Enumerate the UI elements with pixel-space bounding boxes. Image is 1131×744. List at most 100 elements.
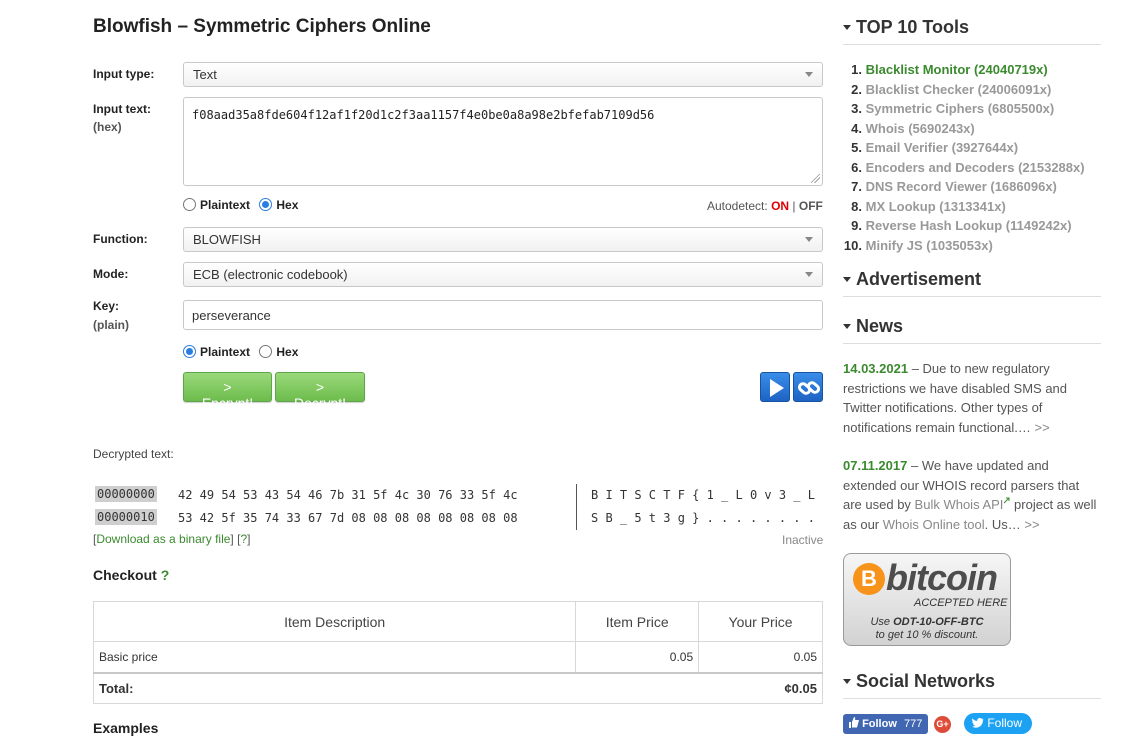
input-text-sublabel: (hex) bbox=[93, 120, 122, 134]
row-item-price: 0.05 bbox=[575, 641, 700, 673]
top-tool-link[interactable]: DNS Record Viewer (1686096x) bbox=[866, 179, 1057, 194]
top-tool-link[interactable]: Encoders and Decoders (2153288x) bbox=[866, 160, 1085, 175]
divider bbox=[843, 44, 1101, 45]
share-link-button[interactable] bbox=[793, 372, 823, 402]
news-more-link[interactable]: >> bbox=[1031, 420, 1049, 435]
top-tool-link[interactable]: Blacklist Monitor (24040719x) bbox=[866, 62, 1048, 77]
examples-title: Examples bbox=[93, 720, 159, 736]
news-date: 07.11.2017 bbox=[843, 458, 908, 473]
top-tools-title: TOP 10 Tools bbox=[856, 17, 970, 37]
top-tool-link[interactable]: MX Lookup (1313341x) bbox=[866, 199, 1006, 214]
bitcoin-coin-icon: B bbox=[853, 563, 885, 595]
top-tool-link[interactable]: Minify JS (1035053x) bbox=[866, 238, 993, 253]
top-tools-heading[interactable]: TOP 10 Tools bbox=[843, 17, 969, 38]
row-description: Basic price bbox=[92, 641, 577, 673]
twitter-follow-button[interactable]: Follow bbox=[964, 713, 1033, 734]
list-item[interactable]: 2. Blacklist Checker (24006091x) bbox=[842, 80, 1085, 100]
bulk-whois-api-link[interactable]: Bulk Whois API bbox=[915, 497, 1004, 512]
top-tool-link[interactable]: Whois (5690243x) bbox=[866, 121, 975, 136]
news-item: 07.11.2017 – We have updated and extende… bbox=[843, 456, 1101, 534]
top-tool-link[interactable]: Email Verifier (3927644x) bbox=[866, 140, 1019, 155]
input-format-radios: Plaintext Hex bbox=[183, 198, 304, 212]
bitcoin-discount: Use ODT-10-OFF-BTC to get 10 % discount. bbox=[844, 616, 1010, 642]
social-title: Social Networks bbox=[856, 671, 996, 691]
advertisement-heading[interactable]: Advertisement bbox=[843, 269, 981, 290]
input-text-value: f08aad35a8fde604f12af1f20d1c2f3aa1157f4e… bbox=[192, 108, 655, 122]
input-hex-radio[interactable] bbox=[259, 198, 273, 211]
decrypt-button[interactable]: > Decrypt! bbox=[275, 372, 365, 411]
autodetect-control: Autodetect: ON | OFF bbox=[707, 199, 823, 213]
encrypt-button[interactable]: > Encrypt! bbox=[183, 372, 272, 411]
autodetect-off[interactable]: OFF bbox=[799, 199, 823, 213]
mode-label: Mode: bbox=[93, 267, 129, 281]
checkout-help-link[interactable]: ? bbox=[161, 567, 170, 583]
key-format-radios: Plaintext Hex bbox=[183, 345, 304, 359]
collapse-triangle-icon bbox=[843, 679, 851, 684]
page-title: Blowfish – Symmetric Ciphers Online bbox=[93, 16, 431, 37]
list-item[interactable]: 7. DNS Record Viewer (1686096x) bbox=[842, 177, 1085, 197]
hexdump-offset: 00000010 bbox=[95, 509, 157, 525]
function-select[interactable]: BLOWFISH bbox=[183, 227, 823, 252]
list-item[interactable]: 5. Email Verifier (3927644x) bbox=[842, 138, 1085, 158]
download-binary-link[interactable]: Download as a binary file bbox=[96, 532, 230, 546]
col-item-description: Item Description bbox=[92, 601, 577, 642]
facebook-follow-label: Follow bbox=[862, 718, 897, 730]
list-item[interactable]: 4. Whois (5690243x) bbox=[842, 119, 1085, 139]
list-item[interactable]: 3. Symmetric Ciphers (6805500x) bbox=[842, 99, 1085, 119]
news-date: 14.03.2021 bbox=[843, 361, 909, 376]
list-item[interactable]: 10. Minify JS (1035053x) bbox=[842, 236, 1085, 256]
hexdump-offset: 00000000 bbox=[95, 486, 157, 502]
input-hex-label: Hex bbox=[276, 198, 299, 212]
key-hex-radio[interactable] bbox=[259, 345, 273, 358]
mode-value: ECB (electronic codebook) bbox=[193, 267, 348, 282]
hexdump-hex: 53 42 5f 35 74 33 67 7d 08 08 08 08 08 0… bbox=[178, 511, 518, 525]
collapse-triangle-icon bbox=[843, 25, 851, 30]
bitcoin-wordmark: bitcoin bbox=[886, 557, 998, 598]
key-value: perseverance bbox=[192, 308, 271, 323]
input-plaintext-radio[interactable] bbox=[183, 198, 196, 211]
whois-online-tool-link[interactable]: Whois Online tool bbox=[883, 517, 985, 532]
col-your-price: Your Price bbox=[698, 601, 823, 642]
news-more-link[interactable]: >> bbox=[1021, 517, 1039, 532]
bitcoin-discount-text: to get 10 % discount. bbox=[875, 629, 979, 641]
news-title: News bbox=[856, 316, 904, 336]
input-text-label: Input text: bbox=[93, 102, 151, 116]
news-heading[interactable]: News bbox=[843, 316, 903, 337]
bitcoin-badge[interactable]: B bitcoin ACCEPTED HERE Use ODT-10-OFF-B… bbox=[843, 553, 1011, 646]
twitter-bird-icon bbox=[972, 718, 984, 728]
play-icon bbox=[770, 379, 784, 397]
news-text: . Us… bbox=[984, 516, 1021, 532]
key-input[interactable]: perseverance bbox=[183, 300, 823, 330]
bitcoin-code: ODT-10-OFF-BTC bbox=[893, 616, 984, 628]
input-text-area[interactable]: f08aad35a8fde604f12af1f20d1c2f3aa1157f4e… bbox=[183, 97, 823, 186]
top-tool-link[interactable]: Symmetric Ciphers (6805500x) bbox=[866, 101, 1055, 116]
hexdump-row-0: 00000000 bbox=[95, 485, 157, 503]
top-tool-link[interactable]: Reverse Hash Lookup (1149242x) bbox=[866, 218, 1072, 233]
input-type-label: Input type: bbox=[93, 67, 155, 81]
bitcoin-use-prefix: Use bbox=[870, 616, 894, 628]
table-row: Basic price 0.05 0.05 bbox=[92, 641, 823, 673]
social-heading[interactable]: Social Networks bbox=[843, 671, 995, 692]
key-plaintext-radio[interactable] bbox=[183, 345, 196, 358]
function-label: Function: bbox=[93, 232, 148, 246]
list-item[interactable]: 1. Blacklist Monitor (24040719x) bbox=[842, 60, 1085, 80]
key-sublabel: (plain) bbox=[93, 318, 129, 332]
top-tool-link[interactable]: Blacklist Checker (24006091x) bbox=[866, 82, 1052, 97]
output-status: Inactive bbox=[782, 533, 824, 547]
autodetect-sep: | bbox=[792, 199, 796, 213]
list-item[interactable]: 9. Reverse Hash Lookup (1149242x) bbox=[842, 216, 1085, 236]
resize-handle[interactable] bbox=[811, 174, 820, 183]
mode-select[interactable]: ECB (electronic codebook) bbox=[183, 262, 823, 287]
google-plus-icon[interactable]: G+ bbox=[934, 716, 951, 733]
input-type-select[interactable]: Text bbox=[183, 62, 823, 87]
list-item[interactable]: 6. Encoders and Decoders (2153288x) bbox=[842, 158, 1085, 178]
chevron-down-icon bbox=[805, 272, 813, 277]
function-value: BLOWFISH bbox=[193, 232, 261, 247]
input-plaintext-label: Plaintext bbox=[200, 198, 251, 212]
list-item[interactable]: 8. MX Lookup (1313341x) bbox=[842, 197, 1085, 217]
total-value: ¢0.05 bbox=[698, 671, 823, 704]
bitcoin-accepted: ACCEPTED HERE bbox=[914, 597, 1008, 609]
autodetect-on[interactable]: ON bbox=[771, 199, 789, 213]
facebook-follow-button[interactable]: Follow 777 bbox=[843, 714, 929, 734]
play-button[interactable] bbox=[760, 372, 790, 402]
